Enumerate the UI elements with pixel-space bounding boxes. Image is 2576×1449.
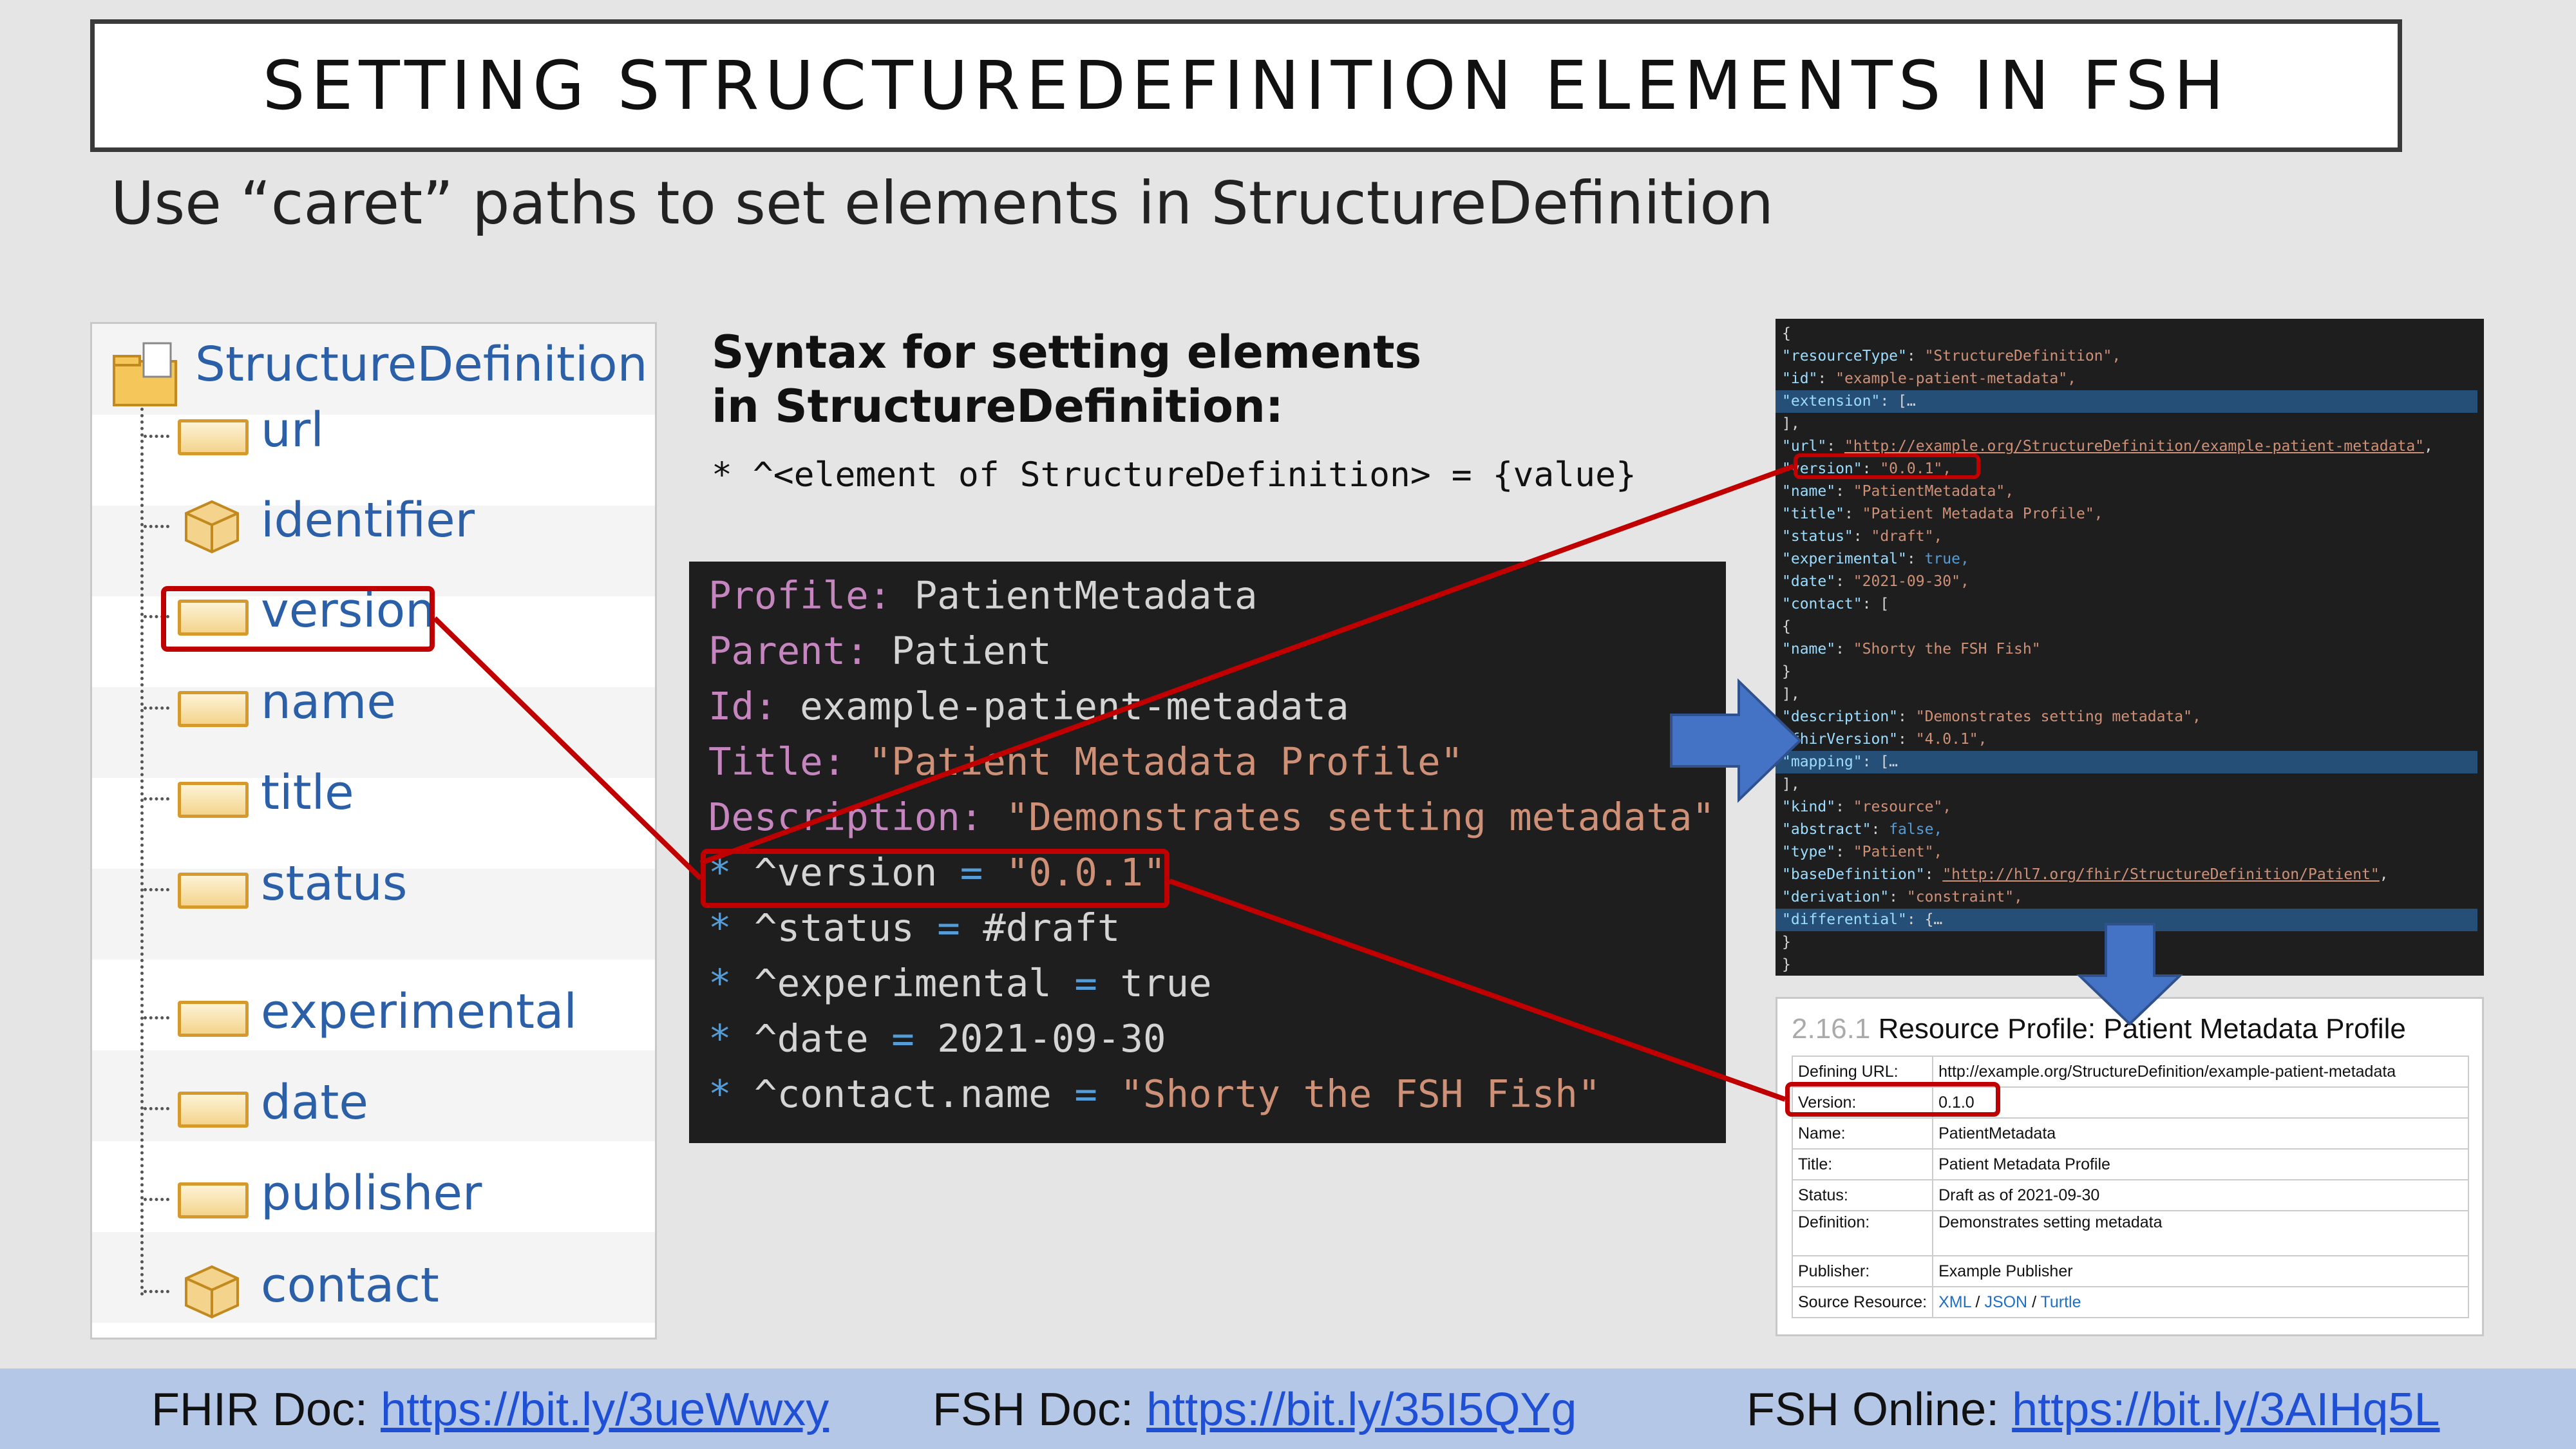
tree-item-url[interactable]: url <box>261 402 324 458</box>
code-line: Title: "Patient Metadata Profile" <box>708 739 1464 784</box>
table-row: Name: PatientMetadata <box>1791 1117 2469 1150</box>
tree-root-label[interactable]: StructureDefinition <box>195 337 648 392</box>
tree-connector <box>144 888 169 891</box>
json-line: "mapping": [… <box>1776 751 2477 773</box>
slide-subtitle: Use “caret” paths to set elements in Str… <box>111 169 1774 238</box>
highlight-json-version <box>1794 453 1980 479</box>
tree-item-date[interactable]: date <box>261 1075 368 1130</box>
json-line: } <box>1782 934 1791 951</box>
json-line: "differential": {… <box>1776 909 2477 931</box>
json-line: "contact": [ <box>1782 596 1889 612</box>
table-row: Status: Draft as of 2021-09-30 <box>1791 1179 2469 1211</box>
table-row: Definition: Demonstrates setting metadata <box>1791 1210 2469 1256</box>
code-rule-experimental: * ^experimental = true <box>708 961 1212 1005</box>
tree-connector <box>144 435 169 438</box>
json-line: ], <box>1782 415 1800 432</box>
tree-connector <box>144 1107 169 1110</box>
json-line: ], <box>1782 776 1800 793</box>
tree-connector <box>144 1198 169 1201</box>
source-link-json[interactable]: JSON <box>1984 1293 2027 1311</box>
json-line: "title": "Patient Metadata Profile", <box>1782 506 2103 522</box>
structure-definition-tree: StructureDefinition url identifier versi… <box>90 322 657 1340</box>
code-line: Parent: Patient <box>708 629 1052 673</box>
footer-fsh-online: FSH Online: https://bit.ly/3AIHq5L <box>1747 1384 2440 1435</box>
json-line: "extension": [… <box>1776 390 2477 413</box>
fsh-doc-link[interactable]: https://bit.ly/35I5QYg <box>1146 1384 1577 1435</box>
json-line: } <box>1782 663 1791 680</box>
json-line: "baseDefinition": "http://hl7.org/fhir/S… <box>1782 866 2389 883</box>
tree-connector <box>144 1016 169 1019</box>
code-line: Description: "Demonstrates setting metad… <box>708 795 1715 839</box>
code-rule-date: * ^date = 2021-09-30 <box>708 1016 1166 1061</box>
slide-title: SETTING STRUCTUREDEFINITION ELEMENTS IN … <box>262 46 2230 125</box>
slide-title-box: SETTING STRUCTUREDEFINITION ELEMENTS IN … <box>90 19 2402 152</box>
json-line: { <box>1782 618 1791 635</box>
json-line: "name": "Shorty the FSH Fish" <box>1782 641 2041 658</box>
element-icon <box>178 691 249 727</box>
fhir-doc-link[interactable]: https://bit.ly/3ueWwxy <box>381 1384 829 1435</box>
tree-item-name[interactable]: name <box>261 674 396 730</box>
json-line: "description": "Demonstrates setting met… <box>1782 708 2201 725</box>
json-line: "date": "2021-09-30", <box>1782 573 1969 590</box>
tree-item-publisher[interactable]: publisher <box>261 1166 482 1221</box>
json-line: "fhirVersion": "4.0.1", <box>1782 731 1987 748</box>
json-output-panel: { "resourceType": "StructureDefinition",… <box>1776 319 2484 976</box>
json-line: "abstract": false, <box>1782 821 1943 838</box>
highlight-fsh-version <box>701 849 1170 908</box>
source-link-xml[interactable]: XML <box>1938 1293 1971 1311</box>
footer-fsh-doc: FSH Doc: https://bit.ly/35I5QYg <box>933 1384 1577 1435</box>
tree-item-contact[interactable]: contact <box>261 1258 439 1313</box>
code-line: Id: example-patient-metadata <box>708 684 1349 728</box>
element-icon <box>178 419 249 455</box>
tree-item-experimental[interactable]: experimental <box>261 984 577 1039</box>
tree-connector <box>140 408 144 1296</box>
tree-connector <box>144 797 169 800</box>
highlight-tree-version <box>161 586 435 652</box>
code-line: Profile: PatientMetadata <box>708 573 1258 618</box>
json-line: "resourceType": "StructureDefinition", <box>1782 348 2121 365</box>
json-line: { <box>1782 325 1791 342</box>
element-icon <box>178 1001 249 1037</box>
json-line: "experimental": true, <box>1782 551 1969 567</box>
fsh-online-link[interactable]: https://bit.ly/3AIHq5L <box>2012 1384 2439 1435</box>
syntax-heading: Syntax for setting elements in Structure… <box>712 326 1422 433</box>
json-line: } <box>1782 956 1791 973</box>
datatype-cube-icon <box>185 500 239 554</box>
tree-connector <box>144 1290 169 1293</box>
element-icon <box>178 782 249 818</box>
syntax-template: * ^<element of StructureDefinition> = {v… <box>712 455 1636 495</box>
table-row: Publisher: Example Publisher <box>1791 1255 2469 1287</box>
json-line: ], <box>1782 686 1800 703</box>
code-rule-contact: * ^contact.name = "Shorty the FSH Fish" <box>708 1072 1601 1116</box>
json-line: "kind": "resource", <box>1782 799 1952 815</box>
footer-fhir-doc: FHIR Doc: https://bit.ly/3ueWwxy <box>151 1384 829 1435</box>
tree-item-identifier[interactable]: identifier <box>261 493 475 548</box>
folder-icon <box>113 342 177 406</box>
profile-heading: 2.16.1 Resource Profile: Patient Metadat… <box>1792 1013 2406 1045</box>
tree-connector <box>144 525 169 528</box>
highlight-profile-version <box>1785 1082 2000 1117</box>
element-icon <box>178 1182 249 1218</box>
tree-connector <box>144 706 169 710</box>
element-icon <box>178 873 249 909</box>
table-row: Title: Patient Metadata Profile <box>1791 1148 2469 1180</box>
code-rule-status: * ^status = #draft <box>708 905 1121 950</box>
tree-item-title[interactable]: title <box>261 765 354 820</box>
json-line: "id": "example-patient-metadata", <box>1782 370 2076 387</box>
resource-profile-panel: 2.16.1 Resource Profile: Patient Metadat… <box>1776 997 2484 1336</box>
json-line: "type": "Patient", <box>1782 844 1943 860</box>
source-link-turtle[interactable]: Turtle <box>2041 1293 2081 1311</box>
element-icon <box>178 1092 249 1128</box>
json-line: "derivation": "constraint", <box>1782 889 2023 905</box>
tree-row-band <box>92 1050 655 1141</box>
json-line: "status": "draft", <box>1782 528 1943 545</box>
json-line: "name": "PatientMetadata", <box>1782 483 2014 500</box>
table-row: Source Resource: XML / JSON / Turtle <box>1791 1286 2469 1318</box>
tree-item-status[interactable]: status <box>261 856 407 911</box>
datatype-cube-icon <box>185 1265 239 1319</box>
